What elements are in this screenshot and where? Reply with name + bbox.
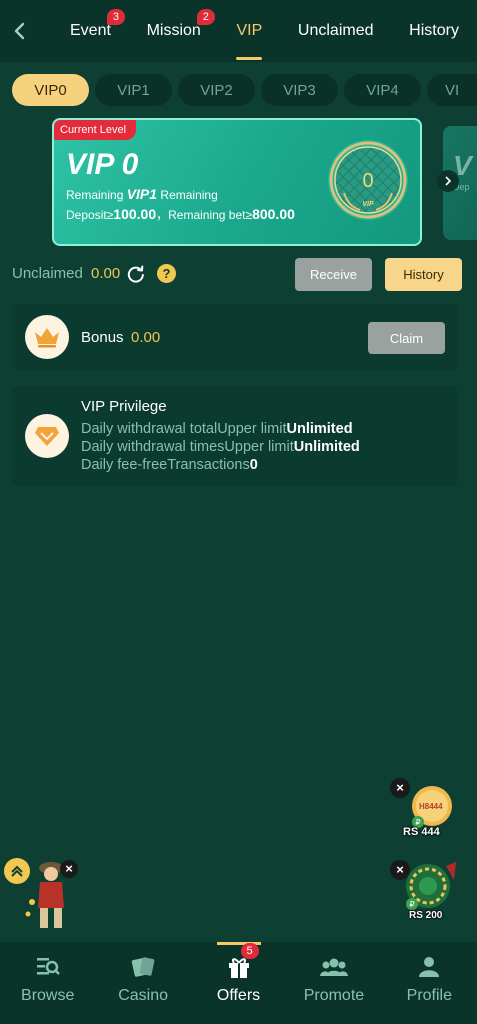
unclaimed-row: Unclaimed 0.00 ? Receive History <box>12 258 467 292</box>
svg-text:₽: ₽ <box>409 900 414 909</box>
medal-text: VIP <box>362 201 374 208</box>
privilege-title: VIP Privilege <box>81 398 167 415</box>
nav-offers[interactable]: 5 Offers <box>191 942 286 1024</box>
unclaimed-label: Unclaimed <box>12 265 83 282</box>
vip-medal-icon: 0 VIP <box>328 140 408 220</box>
chevron-left-icon <box>14 22 25 40</box>
vip-level-selector: VIP0 VIP1 VIP2 VIP3 VIP4 VI <box>12 74 477 108</box>
medal-number: 0 <box>362 170 373 192</box>
browse-icon <box>36 958 60 975</box>
privilege-row: Daily fee-freeTransactions0 <box>81 457 258 473</box>
current-level-tag: Current Level <box>54 120 137 140</box>
promo-widget-rs444[interactable]: ₽ H8444 × RS 444 <box>390 778 460 844</box>
nav-promote[interactable]: Promote <box>286 942 381 1024</box>
tab-badge: 2 <box>196 9 215 25</box>
privilege-row: Daily withdrawal totalUpper limitUnlimit… <box>81 421 353 437</box>
back-button[interactable] <box>0 0 40 62</box>
tab-label: Event <box>70 22 111 39</box>
cards-icon <box>131 957 155 977</box>
promo-widget-rs200[interactable]: ₽ × RS 200 <box>390 856 462 926</box>
remaining-line: Remaining VIP1 Remaining <box>66 186 218 202</box>
close-icon[interactable]: × <box>390 778 410 798</box>
vip-level-pill[interactable]: VIP1 <box>95 74 172 106</box>
users-icon <box>319 958 348 976</box>
tab-history[interactable]: History <box>409 0 459 62</box>
claim-button[interactable]: Claim <box>368 322 445 354</box>
nav-badge: 5 <box>240 943 259 959</box>
tab-label: VIP <box>236 22 263 39</box>
requirement-line: Deposit≥100.00，Remaining bet≥800.00 <box>66 206 295 222</box>
nav-label: Offers <box>216 987 261 1004</box>
vip-level-title: VIP 0 <box>66 148 139 181</box>
nav-casino[interactable]: Casino <box>95 942 190 1024</box>
tab-event[interactable]: Event 3 <box>70 0 125 62</box>
crown-icon <box>25 315 69 359</box>
close-icon[interactable]: × <box>60 860 78 878</box>
current-vip-card: Current Level VIP 0 Remaining VIP1 Remai… <box>52 118 422 246</box>
promo2-amount: RS 200 <box>409 910 443 921</box>
tab-label: History <box>409 22 459 39</box>
character-promo-widget[interactable]: × <box>4 856 84 932</box>
nav-label: Casino <box>118 987 169 1004</box>
chevron-right-icon <box>445 176 452 186</box>
vip-privilege-panel: VIP Privilege Daily withdrawal totalUppe… <box>12 386 458 486</box>
vip-level-pill[interactable]: VIP0 <box>12 74 89 106</box>
nav-label: Browse <box>21 987 75 1004</box>
tab-unclaimed[interactable]: Unclaimed <box>298 0 374 62</box>
refresh-icon[interactable] <box>126 264 146 284</box>
help-icon[interactable]: ? <box>157 264 176 283</box>
nav-profile[interactable]: Profile <box>382 942 477 1024</box>
promo1-amount: RS 444 <box>403 826 440 838</box>
history-button[interactable]: History <box>385 258 462 291</box>
tab-bar: Event 3 Mission 2 VIP Unclaimed History <box>40 0 477 62</box>
vip-level-pill[interactable]: VIP4 <box>344 74 421 106</box>
vip-level-pill[interactable]: VIP3 <box>261 74 338 106</box>
tab-badge: 3 <box>106 9 125 25</box>
tab-vip[interactable]: VIP <box>236 0 262 62</box>
bonus-panel: Bonus 0.00 Claim <box>12 304 458 370</box>
diamond-icon <box>25 414 69 458</box>
tab-mission[interactable]: Mission 2 <box>146 0 215 62</box>
close-icon[interactable]: × <box>390 860 410 880</box>
tab-label: Unclaimed <box>297 22 374 39</box>
profile-icon <box>419 957 440 977</box>
vip-level-pill[interactable]: VIP2 <box>178 74 255 106</box>
bonus-value: 0.00 <box>131 329 161 346</box>
vip-level-pill[interactable]: VI <box>427 74 477 106</box>
bonus-label: Bonus <box>81 329 124 346</box>
unclaimed-value: 0.00 <box>91 265 121 282</box>
tab-label: Mission <box>146 22 201 39</box>
nav-label: Profile <box>406 987 452 1004</box>
vip-card-carousel: V Dep Current Level VIP 0 Remaining VIP1… <box>0 114 477 252</box>
nav-label: Promote <box>303 987 365 1004</box>
receive-button[interactable]: Receive <box>295 258 372 291</box>
nav-browse[interactable]: Browse <box>0 942 95 1024</box>
bottom-nav: Browse Casino 5 Offers Promote Profile <box>0 942 477 1024</box>
top-nav: Event 3 Mission 2 VIP Unclaimed History <box>0 0 477 62</box>
privilege-row: Daily withdrawal timesUpper limitUnlimit… <box>81 439 360 455</box>
carousel-next-button[interactable] <box>437 170 459 192</box>
promo1-text: H8444 <box>419 802 443 811</box>
